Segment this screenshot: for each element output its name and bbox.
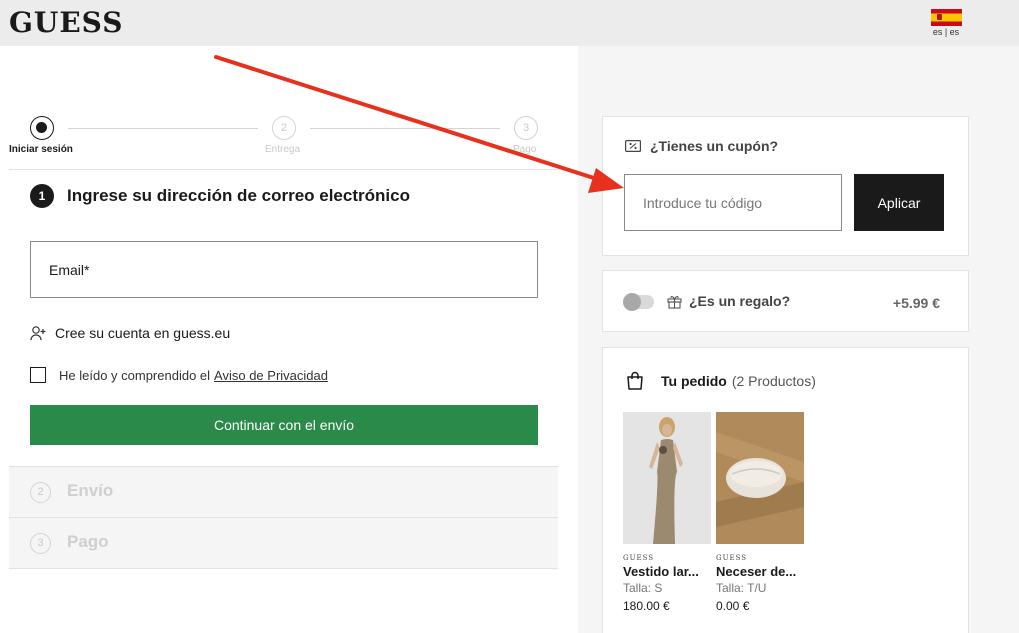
product-image-clutch[interactable] — [716, 412, 804, 544]
gift-label-text: ¿Es un regalo? — [689, 293, 791, 309]
section-number-badge: 1 — [30, 184, 54, 208]
email-section-title: Ingrese su dirección de correo electróni… — [67, 186, 410, 205]
product-size: Talla: T/U — [716, 581, 767, 595]
gift-toggle[interactable] — [623, 293, 654, 311]
order-summary-card: Tu pedido (2 Productos) GUESS Vestido la… — [602, 347, 969, 633]
gift-price: +5.99 € — [892, 295, 940, 311]
step-label: Pago — [67, 532, 109, 551]
step-delivery-indicator: 2 — [272, 116, 296, 140]
guess-logo[interactable]: GUESS — [9, 6, 124, 39]
email-field[interactable] — [30, 241, 538, 298]
privacy-policy-link[interactable]: Aviso de Privacidad — [214, 368, 328, 383]
gift-option-card: ¿Es un regalo? +5.99 € — [602, 270, 969, 332]
step-label: Envío — [67, 481, 114, 500]
product-price: 0.00 € — [716, 599, 750, 613]
product-brand: GUESS — [716, 554, 748, 562]
language-label: es | es — [932, 27, 960, 37]
step-payment-indicator: 3 — [514, 116, 538, 140]
coupon-card: ¿Tienes un cupón? Aplicar — [602, 116, 969, 256]
order-product[interactable]: GUESS Neceser de... Talla: T/U 0.00 € — [716, 412, 804, 613]
order-title: Tu pedido (2 Productos) — [626, 371, 816, 390]
payment-step-collapsed: 3 Pago — [9, 517, 558, 568]
product-image-dress[interactable] — [623, 412, 711, 544]
coupon-icon — [625, 140, 641, 152]
shopping-bag-icon — [627, 371, 643, 390]
shipping-step-collapsed: 2 Envío — [9, 466, 558, 517]
order-count: (2 Productos) — [731, 372, 816, 389]
step-delivery-label: Entrega — [265, 144, 301, 155]
privacy-checkbox[interactable] — [30, 367, 46, 383]
add-user-icon — [30, 326, 46, 341]
privacy-text: He leído y comprendido el — [59, 367, 211, 383]
step-number: 3 — [30, 533, 51, 554]
step-payment-label: Pago — [513, 144, 537, 155]
coupon-code-input[interactable] — [624, 174, 842, 231]
create-account-link[interactable]: Cree su cuenta en guess.eu — [30, 324, 230, 342]
gift-label: ¿Es un regalo? — [667, 293, 790, 309]
product-size: Talla: S — [623, 581, 663, 595]
product-name[interactable]: Neceser de... — [716, 564, 804, 579]
top-header: GUESS es | es — [0, 0, 1019, 46]
divider — [9, 568, 558, 569]
continue-to-shipping-button[interactable]: Continuar con el envío — [30, 405, 538, 445]
product-price: 180.00 € — [623, 599, 670, 613]
coupon-title-text: ¿Tienes un cupón? — [650, 138, 779, 154]
step-number: 2 — [30, 482, 51, 503]
product-brand: GUESS — [623, 554, 655, 562]
privacy-consent: He leído y comprendido el Aviso de Priva… — [30, 367, 328, 383]
product-name[interactable]: Vestido lar... — [623, 564, 711, 579]
apply-coupon-button[interactable]: Aplicar — [854, 174, 944, 231]
gift-icon — [667, 295, 682, 309]
step-connector — [68, 128, 258, 129]
language-selector[interactable]: es | es — [930, 9, 962, 37]
create-account-label: Cree su cuenta en guess.eu — [55, 325, 231, 341]
step-login-indicator — [30, 116, 54, 140]
coupon-title: ¿Tienes un cupón? — [625, 138, 778, 154]
step-connector — [310, 128, 500, 129]
divider — [9, 169, 558, 170]
checkout-stepper: 2 3 Iniciar sesión Entrega Pago — [0, 115, 560, 165]
step-login-label: Iniciar sesión — [9, 144, 73, 155]
spain-flag-icon — [930, 9, 962, 26]
order-title-text: Tu pedido — [661, 372, 727, 389]
order-product[interactable]: GUESS Vestido lar... Talla: S 180.00 € — [623, 412, 711, 613]
